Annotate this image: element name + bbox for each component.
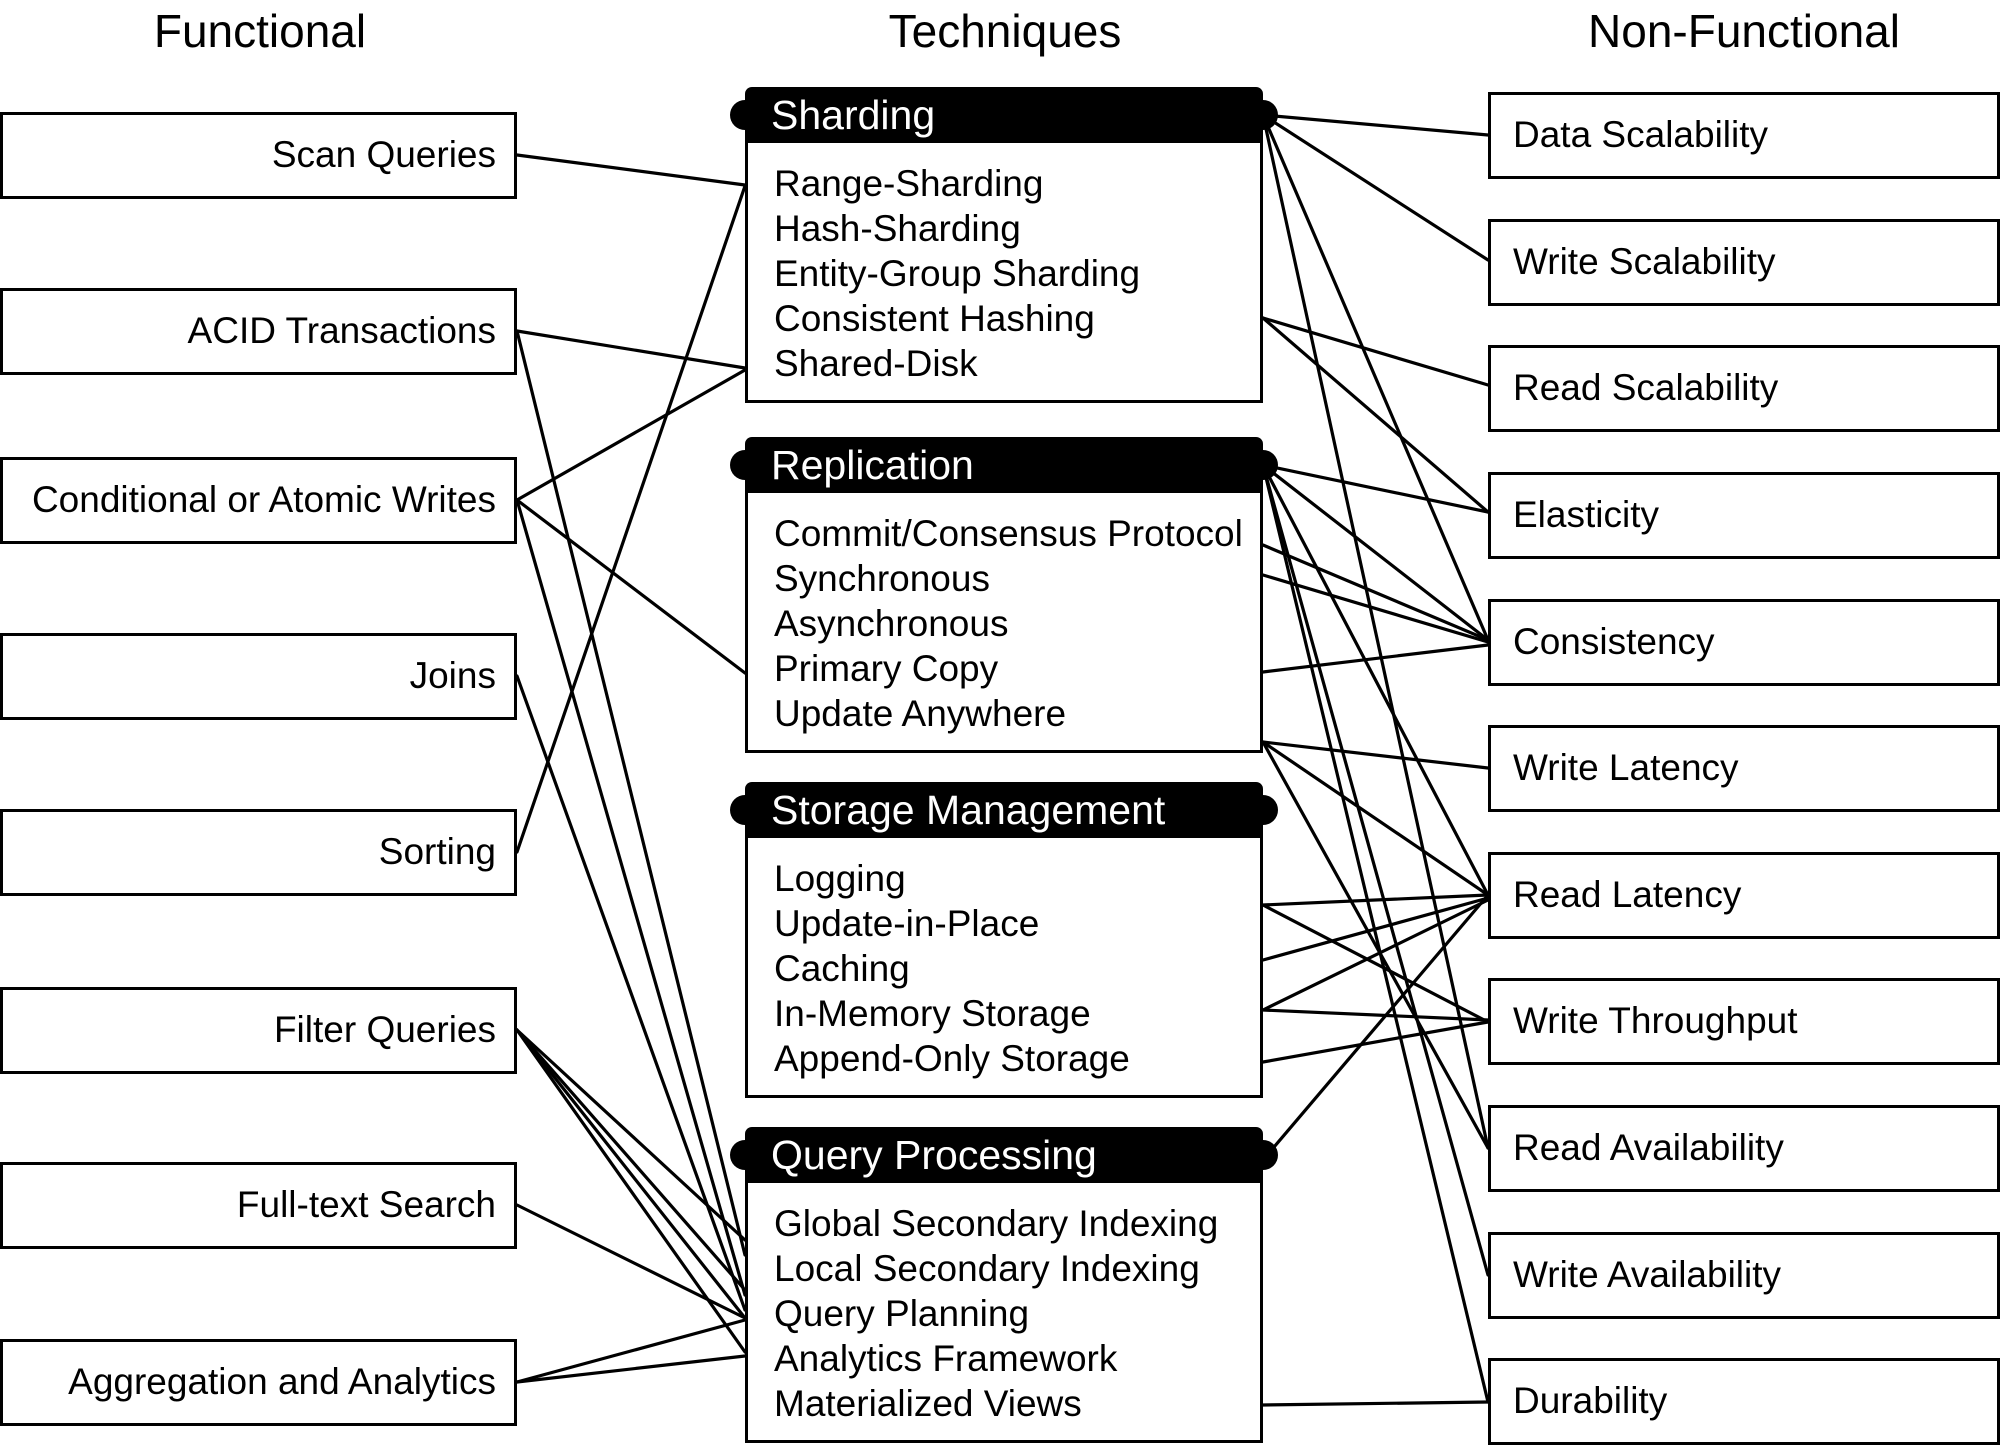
- functional-box-conditional-or-atomic-writes[interactable]: Conditional or Atomic Writes: [0, 457, 517, 544]
- nonfunctional-box-write-throughput[interactable]: Write Throughput: [1488, 978, 2000, 1065]
- technique-item: Query Planning: [774, 1293, 1030, 1334]
- technique-item: Update Anywhere: [774, 693, 1067, 734]
- nonfunctional-box-read-latency[interactable]: Read Latency: [1488, 852, 2000, 939]
- functional-box-scan-queries[interactable]: Scan Queries: [0, 112, 517, 199]
- technique-item: Synchronous: [774, 558, 990, 599]
- technique-item: Caching: [774, 948, 910, 989]
- connector-knob-right-icon: [1248, 100, 1278, 130]
- connector-knob-left-icon: [730, 795, 760, 825]
- nonfunctional-box-consistency[interactable]: Consistency: [1488, 599, 2000, 686]
- nonfunctional-box-label: Elasticity: [1513, 494, 1659, 536]
- technique-group-header: Sharding: [730, 87, 1278, 143]
- technique-item: Logging: [774, 858, 906, 899]
- technique-item: Update-in-Place: [774, 903, 1040, 944]
- technique-item: Global Secondary Indexing: [774, 1203, 1219, 1244]
- nonfunctional-box-label: Durability: [1513, 1380, 1668, 1422]
- nonfunctional-box-write-availability[interactable]: Write Availability: [1488, 1232, 2000, 1319]
- nonfunctional-box-write-latency[interactable]: Write Latency: [1488, 725, 2000, 812]
- nonfunctional-box-label: Read Availability: [1513, 1127, 1784, 1169]
- technique-item: Shared-Disk: [774, 343, 978, 384]
- technique-item: Entity-Group Sharding: [774, 253, 1141, 294]
- functional-box-label: Joins: [409, 655, 496, 697]
- functional-box-filter-queries[interactable]: Filter Queries: [0, 987, 517, 1074]
- technique-group-header: Storage Management: [730, 782, 1278, 838]
- functional-box-joins[interactable]: Joins: [0, 633, 517, 720]
- technique-item: Range-Sharding: [774, 163, 1044, 204]
- nonfunctional-box-data-scalability[interactable]: Data Scalability: [1488, 92, 2000, 179]
- technique-item: Commit/Consensus Protocol: [774, 513, 1243, 554]
- connector-knob-right-icon: [1248, 450, 1278, 480]
- technique-group-header: Query Processing: [730, 1127, 1278, 1183]
- functional-box-acid-transactions[interactable]: ACID Transactions: [0, 288, 517, 375]
- technique-group-title: Replication: [771, 442, 974, 488]
- nonfunctional-box-elasticity[interactable]: Elasticity: [1488, 472, 2000, 559]
- column-header-nonfunctional: Non-Functional: [1588, 5, 1900, 57]
- functional-box-label: ACID Transactions: [187, 310, 496, 352]
- technique-item: Materialized Views: [774, 1383, 1082, 1424]
- connector-knob-left-icon: [730, 450, 760, 480]
- functional-box-label: Aggregation and Analytics: [68, 1361, 496, 1403]
- functional-box-aggregation-and-analytics[interactable]: Aggregation and Analytics: [0, 1339, 517, 1426]
- technique-item: Consistent Hashing: [774, 298, 1095, 339]
- connector-knob-left-icon: [730, 100, 760, 130]
- functional-box-label: Scan Queries: [271, 134, 496, 176]
- column-header-functional: Functional: [153, 5, 367, 57]
- nonfunctional-box-label: Write Throughput: [1513, 1000, 1798, 1042]
- nonfunctional-box-label: Write Scalability: [1513, 241, 1776, 283]
- nonfunctional-box-read-availability[interactable]: Read Availability: [1488, 1105, 2000, 1192]
- nonfunctional-box-label: Write Availability: [1513, 1254, 1782, 1296]
- nonfunctional-box-durability[interactable]: Durability: [1488, 1358, 2000, 1445]
- nonfunctional-box-label: Consistency: [1513, 621, 1715, 663]
- column-header-techniques: Techniques: [888, 5, 1122, 57]
- connector-knob-right-icon: [1248, 1140, 1278, 1170]
- nonfunctional-box-label: Write Latency: [1513, 747, 1739, 789]
- functional-box-label: Sorting: [378, 831, 496, 873]
- technique-item: Local Secondary Indexing: [774, 1248, 1200, 1289]
- technique-group-storage-management[interactable]: Storage Management Logging Update-in-Pla…: [730, 782, 1278, 1098]
- technique-group-replication[interactable]: Replication Commit/Consensus Protocol Sy…: [730, 437, 1278, 753]
- connector-knob-right-icon: [1248, 795, 1278, 825]
- nonfunctional-box-write-scalability[interactable]: Write Scalability: [1488, 219, 2000, 306]
- functional-box-full-text-search[interactable]: Full-text Search: [0, 1162, 517, 1249]
- technique-group-body: Range-Sharding Hash-Sharding Entity-Grou…: [745, 143, 1263, 403]
- technique-item: Asynchronous: [774, 603, 1009, 644]
- functional-box-sorting[interactable]: Sorting: [0, 809, 517, 896]
- technique-item: Primary Copy: [774, 648, 999, 689]
- technique-group-body: Commit/Consensus Protocol Synchronous As…: [745, 493, 1263, 753]
- technique-group-title: Query Processing: [771, 1132, 1097, 1178]
- technique-item: Hash-Sharding: [774, 208, 1021, 249]
- functional-box-label: Conditional or Atomic Writes: [31, 479, 496, 521]
- technique-item: Analytics Framework: [774, 1338, 1118, 1379]
- technique-group-header: Replication: [730, 437, 1278, 493]
- nonfunctional-box-read-scalability[interactable]: Read Scalability: [1488, 345, 2000, 432]
- technique-item: Append-Only Storage: [774, 1038, 1130, 1079]
- nonfunctional-box-label: Read Scalability: [1513, 367, 1779, 409]
- nonfunctional-box-label: Read Latency: [1513, 874, 1742, 916]
- nonfunctional-box-label: Data Scalability: [1513, 114, 1769, 156]
- technique-group-sharding[interactable]: Sharding Range-Sharding Hash-Sharding En…: [730, 87, 1278, 403]
- technique-group-title: Sharding: [771, 92, 936, 138]
- connector-knob-left-icon: [730, 1140, 760, 1170]
- technique-item: In-Memory Storage: [774, 993, 1091, 1034]
- technique-group-title: Storage Management: [771, 787, 1166, 833]
- functional-box-label: Filter Queries: [273, 1009, 496, 1051]
- technique-group-body: Global Secondary Indexing Local Secondar…: [745, 1183, 1263, 1443]
- diagram-canvas: Functional Techniques Non-Functional Sca…: [0, 0, 2000, 1445]
- technique-group-body: Logging Update-in-Place Caching In-Memor…: [745, 838, 1263, 1098]
- technique-group-query-processing[interactable]: Query Processing Global Secondary Indexi…: [730, 1127, 1278, 1443]
- functional-box-label: Full-text Search: [236, 1184, 496, 1226]
